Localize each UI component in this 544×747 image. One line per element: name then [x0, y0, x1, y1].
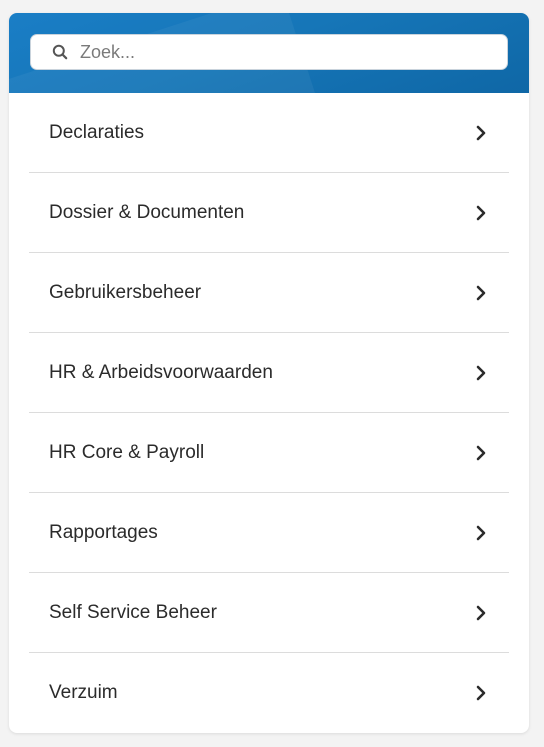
menu-item-label: Gebruikersbeheer	[49, 281, 202, 303]
chevron-right-icon	[475, 525, 487, 541]
menu-item-label: Self Service Beheer	[49, 601, 217, 623]
menu-item-verzuim[interactable]: Verzuim	[29, 653, 509, 733]
menu-item-hr-arbeidsvoorwaarden[interactable]: HR & Arbeidsvoorwaarden	[29, 333, 509, 413]
menu-item-label: Dossier & Documenten	[49, 201, 245, 223]
menu-item-self-service-beheer[interactable]: Self Service Beheer	[29, 573, 509, 653]
menu-item-hr-core-payroll[interactable]: HR Core & Payroll	[29, 413, 509, 493]
search-box[interactable]	[30, 34, 508, 70]
menu-item-declaraties[interactable]: Declaraties	[29, 93, 509, 173]
menu-panel: Declaraties Dossier & Documenten Gebruik…	[9, 13, 529, 733]
search-input[interactable]	[80, 41, 480, 63]
menu-item-gebruikersbeheer[interactable]: Gebruikersbeheer	[29, 253, 509, 333]
menu-item-label: Declaraties	[49, 121, 145, 143]
search-icon	[52, 44, 68, 60]
chevron-right-icon	[475, 125, 487, 141]
chevron-right-icon	[475, 365, 487, 381]
menu-item-label: Verzuim	[49, 682, 118, 703]
menu-item-label: HR Core & Payroll	[49, 441, 205, 463]
chevron-right-icon	[475, 685, 487, 701]
chevron-right-icon	[475, 605, 487, 621]
menu-item-label: HR & Arbeidsvoorwaarden	[49, 361, 273, 383]
menu-item-dossier-documenten[interactable]: Dossier & Documenten	[29, 173, 509, 253]
menu-list: Declaraties Dossier & Documenten Gebruik…	[29, 93, 509, 733]
chevron-right-icon	[475, 285, 487, 301]
menu-item-rapportages[interactable]: Rapportages	[29, 493, 509, 573]
chevron-right-icon	[475, 205, 487, 221]
panel-header	[9, 13, 529, 93]
chevron-right-icon	[475, 445, 487, 461]
menu-item-label: Rapportages	[49, 521, 158, 543]
